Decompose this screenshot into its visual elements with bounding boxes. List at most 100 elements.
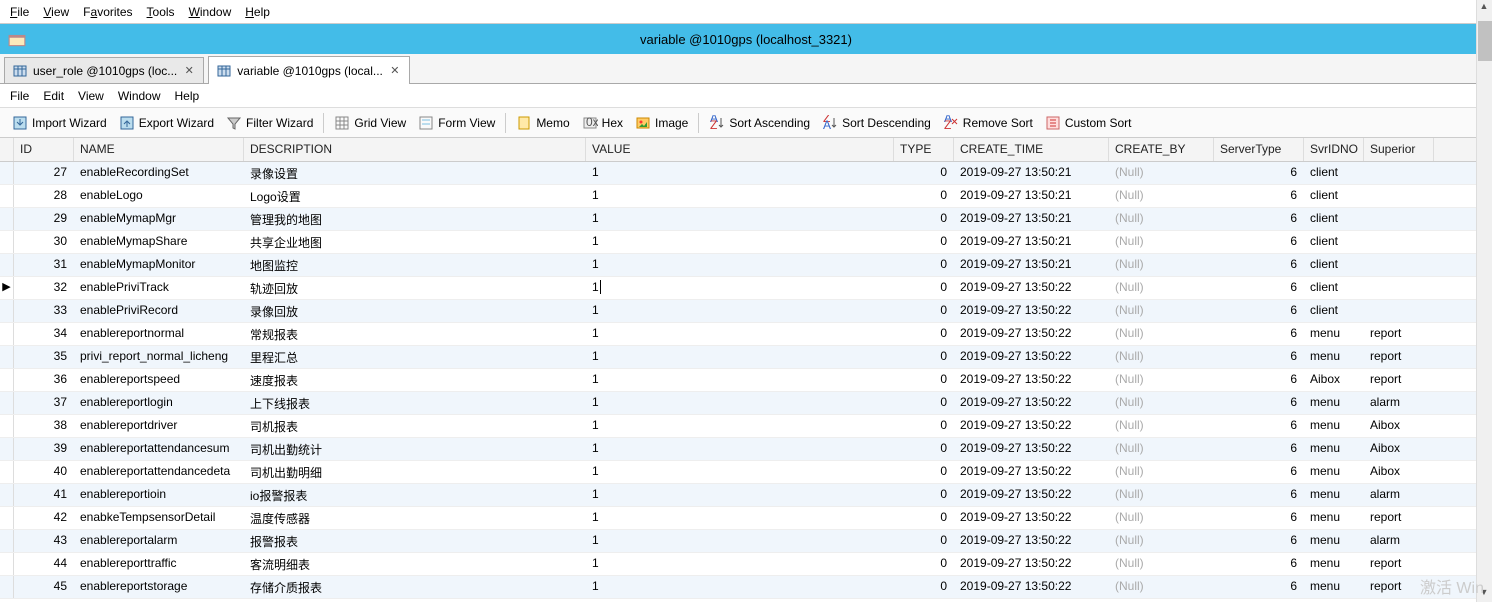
cell-desc[interactable]: 录像设置 [244, 162, 586, 184]
cell-id[interactable]: 32 [14, 277, 74, 299]
table-row[interactable]: 43enablereportalarm报警报表102019-09-27 13:5… [0, 530, 1492, 553]
cell-type[interactable]: 0 [894, 369, 954, 391]
table-row[interactable]: 29enableMymapMgr管理我的地图102019-09-27 13:50… [0, 208, 1492, 231]
cell-desc[interactable]: io报警报表 [244, 484, 586, 506]
table-row[interactable]: 34enablereportnormal常规报表102019-09-27 13:… [0, 323, 1492, 346]
table-row[interactable]: 38enablereportdriver司机报表102019-09-27 13:… [0, 415, 1492, 438]
cell-type[interactable]: 0 [894, 162, 954, 184]
cell-name[interactable]: enableMymapMgr [74, 208, 244, 230]
cell-stype[interactable]: 6 [1214, 392, 1304, 414]
cell-sidno[interactable]: client [1304, 300, 1364, 322]
cell-ctime[interactable]: 2019-09-27 13:50:22 [954, 392, 1109, 414]
cell-type[interactable]: 0 [894, 507, 954, 529]
cell-ctime[interactable]: 2019-09-27 13:50:22 [954, 369, 1109, 391]
submenu-file[interactable]: File [10, 89, 29, 103]
cell-stype[interactable]: 6 [1214, 484, 1304, 506]
cell-desc[interactable]: 客流明细表 [244, 553, 586, 575]
cell-desc[interactable]: 存储介质报表 [244, 576, 586, 598]
close-icon[interactable]: ✕ [389, 65, 401, 77]
table-row[interactable]: 37enablereportlogin上下线报表102019-09-27 13:… [0, 392, 1492, 415]
cell-ctime[interactable]: 2019-09-27 13:50:21 [954, 185, 1109, 207]
table-row[interactable]: 36enablereportspeed速度报表102019-09-27 13:5… [0, 369, 1492, 392]
cell-cby[interactable]: (Null) [1109, 484, 1214, 506]
cell-id[interactable]: 29 [14, 208, 74, 230]
cell-sidno[interactable]: menu [1304, 553, 1364, 575]
cell-sidno[interactable]: client [1304, 185, 1364, 207]
menu-file[interactable]: File [4, 3, 35, 21]
cell-value[interactable]: 1 [586, 185, 894, 207]
scroll-thumb[interactable] [1478, 21, 1492, 61]
cell-stype[interactable]: 6 [1214, 507, 1304, 529]
submenu-view[interactable]: View [78, 89, 104, 103]
cell-stype[interactable]: 6 [1214, 438, 1304, 460]
cell-value[interactable]: 1 [586, 208, 894, 230]
cell-sup[interactable]: Aibox [1364, 461, 1434, 483]
cell-name[interactable]: enablereportstorage [74, 576, 244, 598]
cell-sidno[interactable]: menu [1304, 507, 1364, 529]
cell-ctime[interactable]: 2019-09-27 13:50:22 [954, 461, 1109, 483]
table-row[interactable]: 44enablereporttraffic客流明细表102019-09-27 1… [0, 553, 1492, 576]
remove-sort-button[interactable]: AZRemove Sort [937, 113, 1039, 133]
cell-sidno[interactable]: menu [1304, 438, 1364, 460]
cell-cby[interactable]: (Null) [1109, 576, 1214, 598]
cell-name[interactable]: enablePriviTrack [74, 277, 244, 299]
table-row[interactable]: 30enableMymapShare共享企业地图102019-09-27 13:… [0, 231, 1492, 254]
cell-cby[interactable]: (Null) [1109, 254, 1214, 276]
cell-stype[interactable]: 6 [1214, 530, 1304, 552]
cell-name[interactable]: enablereportattendancedeta [74, 461, 244, 483]
cell-value[interactable]: 1 [586, 162, 894, 184]
cell-id[interactable]: 36 [14, 369, 74, 391]
table-row[interactable]: 42enabkeTempsensorDetail温度传感器102019-09-2… [0, 507, 1492, 530]
cell-sup[interactable]: report [1364, 346, 1434, 368]
cell-cby[interactable]: (Null) [1109, 323, 1214, 345]
col-type[interactable]: TYPE [894, 138, 954, 161]
cell-id[interactable]: 35 [14, 346, 74, 368]
cell-id[interactable]: 30 [14, 231, 74, 253]
cell-cby[interactable]: (Null) [1109, 415, 1214, 437]
cell-sidno[interactable]: client [1304, 254, 1364, 276]
cell-id[interactable]: 38 [14, 415, 74, 437]
cell-ctime[interactable]: 2019-09-27 13:50:22 [954, 300, 1109, 322]
cell-sidno[interactable]: menu [1304, 415, 1364, 437]
cell-id[interactable]: 44 [14, 553, 74, 575]
grid-body[interactable]: 27enableRecordingSet录像设置102019-09-27 13:… [0, 162, 1492, 599]
cell-ctime[interactable]: 2019-09-27 13:50:22 [954, 484, 1109, 506]
cell-type[interactable]: 0 [894, 323, 954, 345]
cell-id[interactable]: 45 [14, 576, 74, 598]
cell-cby[interactable]: (Null) [1109, 208, 1214, 230]
cell-sup[interactable]: report [1364, 553, 1434, 575]
cell-id[interactable]: 28 [14, 185, 74, 207]
menu-window[interactable]: Window [183, 3, 238, 21]
cell-sup[interactable]: report [1364, 323, 1434, 345]
scroll-up-arrow[interactable]: ▲ [1477, 1, 1491, 15]
cell-desc[interactable]: 温度传感器 [244, 507, 586, 529]
sort-ascending-button[interactable]: AZSort Ascending [703, 113, 816, 133]
tab-1[interactable]: variable @1010gps (local...✕ [208, 56, 410, 84]
cell-desc[interactable]: 里程汇总 [244, 346, 586, 368]
cell-type[interactable]: 0 [894, 254, 954, 276]
cell-ctime[interactable]: 2019-09-27 13:50:22 [954, 530, 1109, 552]
cell-type[interactable]: 0 [894, 231, 954, 253]
cell-cby[interactable]: (Null) [1109, 507, 1214, 529]
cell-type[interactable]: 0 [894, 392, 954, 414]
cell-ctime[interactable]: 2019-09-27 13:50:22 [954, 576, 1109, 598]
cell-name[interactable]: enablereportlogin [74, 392, 244, 414]
cell-stype[interactable]: 6 [1214, 576, 1304, 598]
cell-desc[interactable]: 司机报表 [244, 415, 586, 437]
cell-name[interactable]: enablereportnormal [74, 323, 244, 345]
cell-ctime[interactable]: 2019-09-27 13:50:22 [954, 346, 1109, 368]
cell-id[interactable]: 40 [14, 461, 74, 483]
cell-id[interactable]: 27 [14, 162, 74, 184]
table-row[interactable]: 35privi_report_normal_licheng里程汇总102019-… [0, 346, 1492, 369]
col-cby[interactable]: CREATE_BY [1109, 138, 1214, 161]
table-row[interactable]: 45enablereportstorage存储介质报表102019-09-27 … [0, 576, 1492, 599]
cell-cby[interactable]: (Null) [1109, 392, 1214, 414]
cell-cby[interactable]: (Null) [1109, 461, 1214, 483]
cell-sidno[interactable]: menu [1304, 346, 1364, 368]
cell-name[interactable]: enabkeTempsensorDetail [74, 507, 244, 529]
cell-sup[interactable] [1364, 300, 1434, 322]
cell-name[interactable]: enablereportdriver [74, 415, 244, 437]
cell-sup[interactable] [1364, 254, 1434, 276]
cell-desc[interactable]: 共享企业地图 [244, 231, 586, 253]
cell-sidno[interactable]: client [1304, 208, 1364, 230]
